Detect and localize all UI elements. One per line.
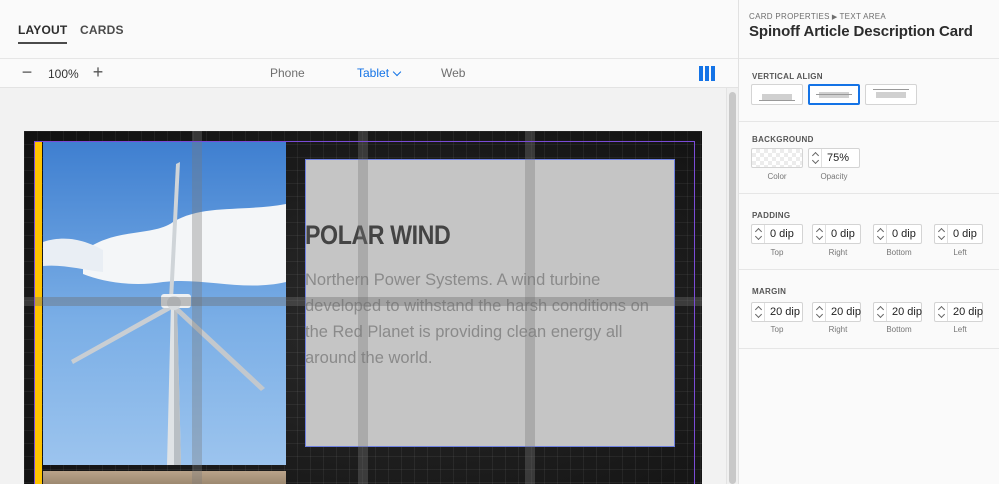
tab-layout[interactable]: LAYOUT: [18, 23, 68, 44]
scrollbar-thumb[interactable]: [729, 92, 736, 484]
stepper-arrows-icon[interactable]: [874, 225, 887, 243]
stepper-arrows-icon[interactable]: [935, 225, 948, 243]
zoom-out-button[interactable]: −: [18, 63, 36, 83]
padding-left-stepper[interactable]: 0 dip: [934, 224, 983, 244]
padding-bottom-stepper[interactable]: 0 dip: [873, 224, 922, 244]
layout-editor: LAYOUT CARDS − 100% + Phone Tablet Web P…: [0, 0, 738, 484]
margin-right-stepper[interactable]: 20 dip: [812, 302, 861, 322]
breadcrumb-item-text-area: TEXT AREA: [839, 12, 887, 21]
vertical-align-label: VERTICAL ALIGN: [752, 72, 823, 81]
padding-right-caption: Right: [828, 248, 848, 257]
device-tablet-dropdown[interactable]: Tablet: [357, 66, 402, 80]
breadcrumb: CARD PROPERTIES ▶ TEXT AREA: [749, 12, 886, 21]
valign-bottom-button[interactable]: [751, 84, 803, 105]
zoom-level: 100%: [48, 67, 79, 81]
panel-divider: [739, 348, 999, 349]
stepper-arrows-icon[interactable]: [813, 225, 826, 243]
valign-top-button[interactable]: [865, 84, 917, 105]
margin-bottom-stepper[interactable]: 20 dip: [873, 302, 922, 322]
breadcrumb-item-card-properties[interactable]: CARD PROPERTIES: [749, 12, 830, 21]
grid-columns-icon[interactable]: [699, 66, 715, 81]
padding-top-value: 0 dip: [770, 228, 794, 240]
margin-left-value: 20 dip: [953, 306, 983, 318]
padding-right-value: 0 dip: [831, 228, 855, 240]
background-label: BACKGROUND: [752, 135, 814, 144]
margin-top-value: 20 dip: [770, 306, 800, 318]
device-web-tab[interactable]: Web: [441, 66, 465, 80]
padding-left-value: 0 dip: [953, 228, 977, 240]
card-bounds-outline: [34, 141, 695, 484]
stepper-arrows-icon[interactable]: [752, 303, 765, 321]
margin-top-stepper[interactable]: 20 dip: [751, 302, 803, 322]
stepper-arrows-icon[interactable]: [752, 225, 765, 243]
device-phone-tab[interactable]: Phone: [270, 66, 305, 80]
padding-label: PADDING: [752, 211, 791, 220]
chevron-down-icon: [392, 67, 402, 77]
chevron-right-icon: ▶: [831, 14, 838, 21]
card-preview[interactable]: POLAR WIND Northern Power Systems. A win…: [24, 131, 702, 484]
padding-bottom-caption: Bottom: [886, 248, 912, 257]
margin-left-caption: Left: [953, 325, 967, 334]
opacity-caption: Opacity: [820, 172, 848, 181]
color-caption: Color: [767, 172, 787, 181]
margin-bottom-value: 20 dip: [892, 306, 922, 318]
padding-top-caption: Top: [770, 248, 784, 257]
zoom-in-button[interactable]: +: [89, 63, 107, 83]
margin-right-value: 20 dip: [831, 306, 861, 318]
opacity-stepper[interactable]: 75%: [808, 148, 860, 168]
padding-top-stepper[interactable]: 0 dip: [751, 224, 803, 244]
opacity-value: 75%: [827, 152, 850, 164]
valign-middle-button[interactable]: [808, 84, 860, 105]
panel-title: Spinoff Article Description Card: [749, 23, 973, 40]
margin-label: MARGIN: [752, 287, 787, 296]
tab-cards[interactable]: CARDS: [80, 23, 124, 37]
stepper-arrows-icon[interactable]: [813, 303, 826, 321]
editor-toolbar: − 100% + Phone Tablet Web: [0, 58, 738, 88]
stepper-arrows-icon[interactable]: [809, 149, 822, 167]
margin-bottom-caption: Bottom: [886, 325, 912, 334]
margin-top-caption: Top: [770, 325, 784, 334]
margin-right-caption: Right: [828, 325, 848, 334]
device-tablet-label: Tablet: [357, 66, 390, 80]
canvas-scrollbar[interactable]: [726, 88, 738, 484]
stepper-arrows-icon[interactable]: [935, 303, 948, 321]
padding-bottom-value: 0 dip: [892, 228, 916, 240]
stepper-arrows-icon[interactable]: [874, 303, 887, 321]
padding-left-caption: Left: [953, 248, 967, 257]
card-editor-app: LAYOUT CARDS − 100% + Phone Tablet Web P…: [0, 0, 999, 484]
margin-left-stepper[interactable]: 20 dip: [934, 302, 983, 322]
editor-tabs: LAYOUT CARDS: [0, 0, 738, 58]
padding-right-stepper[interactable]: 0 dip: [812, 224, 861, 244]
background-color-swatch[interactable]: [751, 148, 803, 168]
